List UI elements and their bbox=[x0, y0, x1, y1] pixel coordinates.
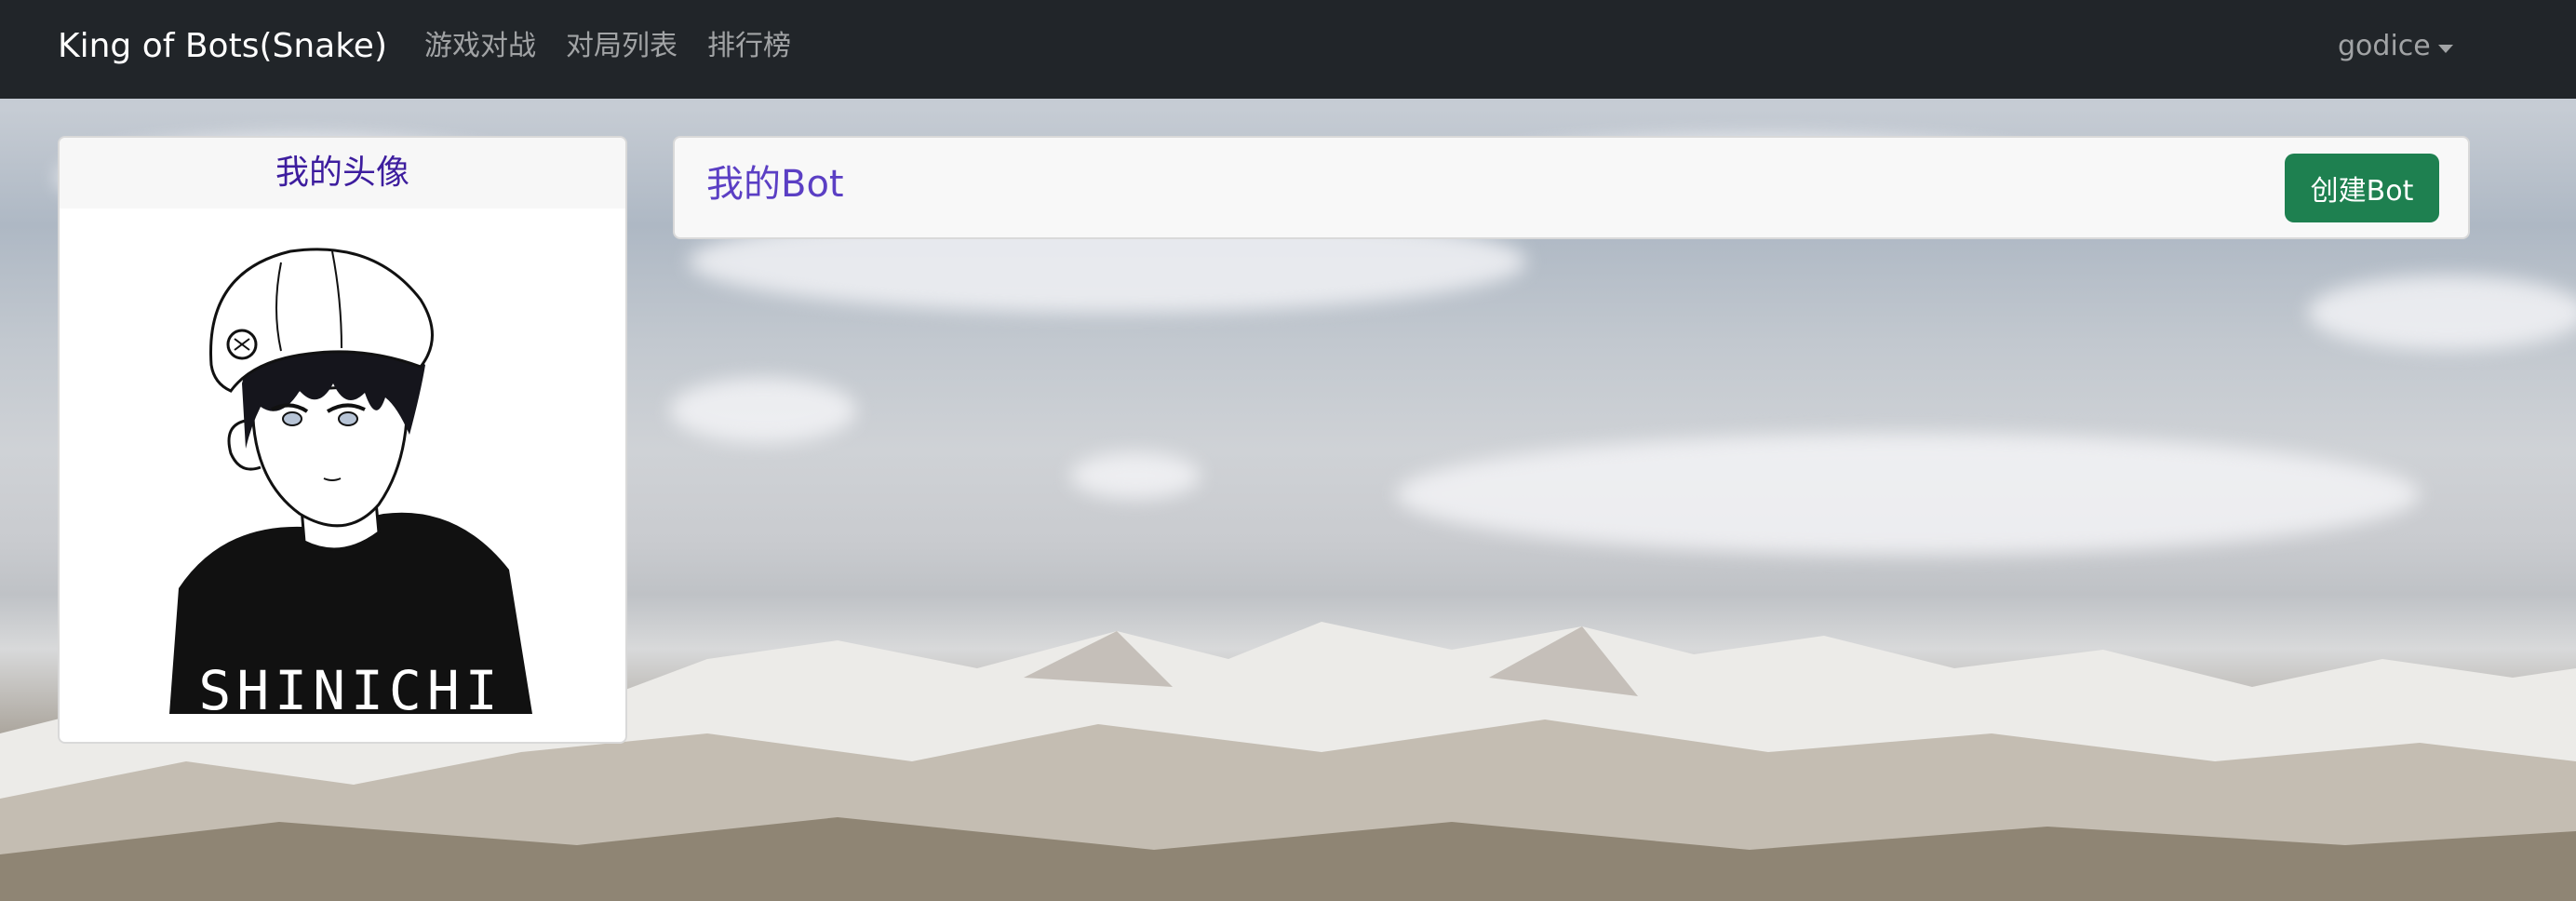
username-label: godice bbox=[2338, 30, 2431, 62]
my-bot-title: 我的Bot bbox=[706, 163, 844, 206]
nav-link-record[interactable]: 对局列表 bbox=[566, 26, 678, 67]
user-dropdown[interactable]: godice bbox=[2338, 26, 2453, 67]
nav-link-ranklist[interactable]: 排行榜 bbox=[707, 26, 791, 67]
my-bot-card: 我的Bot 创建Bot bbox=[673, 136, 2470, 239]
caret-down-icon bbox=[2437, 44, 2453, 53]
create-bot-button[interactable]: 创建Bot bbox=[2285, 154, 2439, 222]
nav-links: 游戏对战 对局列表 排行榜 bbox=[424, 26, 791, 67]
avatar-image: SHINICHI bbox=[141, 235, 549, 714]
top-navbar: King of Bots(Snake) 游戏对战 对局列表 排行榜 godice bbox=[0, 0, 2576, 99]
svg-text:SHINICHI: SHINICHI bbox=[198, 659, 503, 714]
avatar-card-title: 我的头像 bbox=[60, 138, 625, 208]
brand-link[interactable]: King of Bots(Snake) bbox=[58, 24, 387, 69]
nav-link-pk[interactable]: 游戏对战 bbox=[424, 26, 536, 67]
avatar-card: 我的头像 SHINICHI bbox=[58, 136, 627, 744]
